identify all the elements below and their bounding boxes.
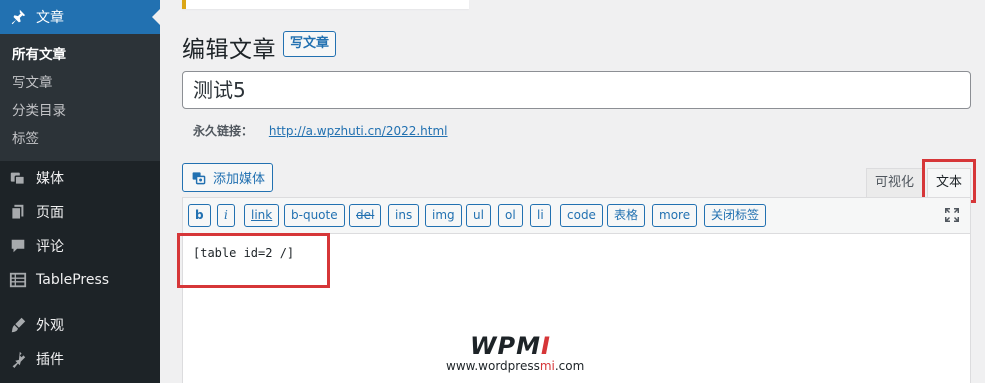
highlight-box-code bbox=[177, 233, 330, 288]
posts-submenu: 所有文章 写文章 分类目录 标签 bbox=[0, 34, 160, 161]
comment-icon bbox=[0, 237, 36, 255]
plugin-icon bbox=[0, 350, 36, 368]
media-icon bbox=[0, 169, 36, 187]
menu-pages[interactable]: 页面 bbox=[0, 195, 160, 229]
qt-link-button[interactable]: link bbox=[244, 204, 280, 227]
add-media-icon bbox=[191, 170, 207, 186]
qt-img-button[interactable]: img bbox=[425, 204, 462, 227]
menu-comments[interactable]: 评论 bbox=[0, 229, 160, 263]
submenu-new-post[interactable]: 写文章 bbox=[0, 69, 160, 97]
menu-tablepress-label: TablePress bbox=[36, 272, 110, 288]
page-title: 编辑文章 bbox=[182, 37, 276, 63]
add-media-label: 添加媒体 bbox=[213, 172, 266, 187]
qt-table-button[interactable]: 表格 bbox=[607, 204, 646, 227]
pin-icon bbox=[0, 8, 36, 26]
watermark-logo: WPMI bbox=[470, 332, 551, 360]
active-arrow bbox=[152, 9, 160, 25]
page-icon bbox=[0, 203, 36, 221]
qt-li-button[interactable]: li bbox=[530, 204, 551, 227]
qt-bquote-button[interactable]: b-quote bbox=[284, 204, 345, 227]
qt-del-button[interactable]: del bbox=[349, 204, 382, 227]
menu-media[interactable]: 媒体 bbox=[0, 161, 160, 195]
submenu-categories[interactable]: 分类目录 bbox=[0, 97, 160, 125]
menu-media-label: 媒体 bbox=[36, 171, 64, 187]
permalink-label: 永久链接： bbox=[193, 124, 254, 138]
admin-sidebar: 文章 所有文章 写文章 分类目录 标签 媒体 页面 评论 TablePress bbox=[0, 0, 160, 383]
qt-ul-button[interactable]: ul bbox=[466, 204, 491, 227]
menu-comments-label: 评论 bbox=[36, 239, 64, 255]
menu-plugins[interactable]: 插件 bbox=[0, 342, 160, 376]
menu-posts[interactable]: 文章 bbox=[0, 0, 160, 34]
table-icon bbox=[0, 271, 36, 289]
add-media-button[interactable]: 添加媒体 bbox=[182, 163, 274, 192]
permalink: 永久链接： http://a.wpzhuti.cn/2022.html bbox=[193, 122, 448, 139]
menu-appearance-label: 外观 bbox=[36, 318, 64, 334]
qt-bold-button[interactable]: b bbox=[188, 204, 211, 227]
post-title-input[interactable]: 测试5 bbox=[182, 71, 971, 109]
menu-posts-label: 文章 bbox=[36, 10, 64, 26]
submenu-all-posts[interactable]: 所有文章 bbox=[0, 41, 160, 69]
qt-code-button[interactable]: code bbox=[560, 204, 603, 227]
qt-more-button[interactable]: more bbox=[652, 204, 698, 227]
menu-tablepress[interactable]: TablePress bbox=[0, 263, 160, 297]
tab-visual[interactable]: 可视化 bbox=[866, 168, 924, 197]
qt-italic-button[interactable]: i bbox=[217, 204, 235, 227]
watermark-url: www.wordpressmi.com bbox=[446, 359, 585, 373]
permalink-url[interactable]: http://a.wpzhuti.cn/2022.html bbox=[269, 124, 448, 138]
add-new-post-button[interactable]: 写文章 bbox=[283, 31, 337, 57]
menu-pages-label: 页面 bbox=[36, 205, 64, 221]
qt-ol-button[interactable]: ol bbox=[498, 204, 523, 227]
paintbrush-icon bbox=[0, 316, 36, 334]
fullscreen-icon[interactable] bbox=[944, 207, 960, 223]
admin-notice bbox=[182, 0, 469, 9]
qt-close-tags-button[interactable]: 关闭标签 bbox=[704, 204, 767, 227]
menu-plugins-label: 插件 bbox=[36, 352, 64, 368]
watermark: WPMI www.wordpressmi.com bbox=[440, 332, 600, 378]
quicktags-toolbar: b i link b-quote del ins img ul ol li co… bbox=[183, 198, 970, 234]
qt-ins-button[interactable]: ins bbox=[388, 204, 420, 227]
submenu-tags[interactable]: 标签 bbox=[0, 125, 160, 153]
menu-appearance[interactable]: 外观 bbox=[0, 308, 160, 342]
